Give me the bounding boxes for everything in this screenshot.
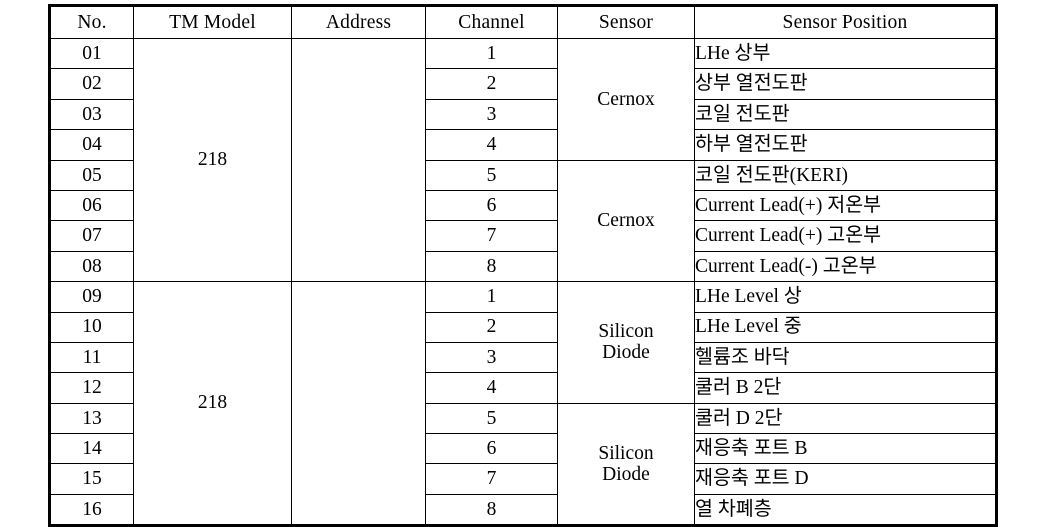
cell-sensor-position: LHe 상부 (694, 37, 997, 70)
column-header-tm-model: TM Model (133, 5, 292, 39)
cell-sensor-position: 쿨러 B 2단 (694, 372, 997, 404)
cell-sensor-position: LHe Level 상 (694, 281, 997, 313)
cell-no: 07 (49, 220, 134, 252)
cell-channel: 2 (425, 68, 558, 100)
cell-sensor-position: Current Lead(-) 고온부 (694, 250, 997, 283)
column-header-sensor-position: Sensor Position (694, 5, 997, 39)
cell-channel: 8 (425, 250, 558, 283)
cell-sensor-position: Current Lead(+) 저온부 (694, 189, 997, 222)
cell-sensor-type: Silicon Diode (557, 402, 695, 527)
cell-channel: 1 (425, 281, 558, 313)
table-row: 01 218 1 Cernox LHe 상부 (49, 37, 997, 283)
cell-tm-model: 218 (133, 37, 292, 283)
cell-channel: 3 (425, 98, 558, 131)
cell-no: 12 (49, 372, 134, 404)
cell-sensor-type: Cernox (557, 38, 695, 161)
cell-address (291, 37, 426, 283)
cell-no: 15 (49, 463, 134, 495)
cell-no: 05 (49, 159, 134, 191)
cell-no: 06 (49, 189, 134, 222)
column-header-channel: Channel (425, 5, 558, 39)
cell-sensor-position: 재응축 포트 D (694, 463, 997, 495)
cell-channel: 7 (425, 463, 558, 495)
cell-channel: 8 (425, 493, 558, 527)
header-row: No. TM Model Address Channel Sensor Sens… (49, 5, 997, 39)
cell-no: 14 (49, 433, 134, 465)
cell-no: 11 (49, 341, 134, 374)
table-body: 01 218 1 Cernox LHe 상부 02 2 상부 열전도판 03 3 코일 전도판 04 4… (49, 37, 997, 527)
cell-sensor-position: Current Lead(+) 고온부 (694, 220, 997, 252)
cell-no: 02 (49, 68, 134, 100)
column-header-sensor: Sensor (557, 5, 695, 39)
cell-sensor-type: Cernox (557, 159, 695, 283)
cell-no: 10 (49, 311, 134, 343)
cell-channel: 5 (425, 159, 558, 191)
cell-sensor-position: 하부 열전도판 (694, 129, 997, 161)
cell-no: 16 (49, 493, 134, 527)
cell-no: 01 (49, 37, 134, 70)
cell-sensor-position: 코일 전도판(KERI) (694, 159, 997, 191)
cell-tm-model: 218 (133, 281, 292, 527)
sensor-configuration-table: No. TM Model Address Channel Sensor Sens… (48, 4, 998, 527)
sensor-table-container: No. TM Model Address Channel Sensor Sens… (48, 4, 998, 527)
cell-sensor-position: 상부 열전도판 (694, 68, 997, 100)
cell-no: 09 (49, 281, 134, 313)
cell-channel: 6 (425, 189, 558, 222)
cell-no: 13 (49, 402, 134, 435)
cell-channel: 2 (425, 311, 558, 343)
column-header-address: Address (291, 5, 426, 39)
cell-channel: 4 (425, 372, 558, 404)
cell-no: 08 (49, 250, 134, 283)
cell-no: 04 (49, 129, 134, 161)
cell-sensor-position: LHe Level 중 (694, 311, 997, 343)
table-row: 09 218 1 Silicon Diode LHe Level 상 (49, 281, 997, 527)
page-root: No. TM Model Address Channel Sensor Sens… (0, 0, 1044, 527)
table-header: No. TM Model Address Channel Sensor Sens… (49, 5, 997, 39)
cell-address (291, 281, 426, 527)
cell-sensor-position: 헬륨조 바닥 (694, 341, 997, 374)
cell-channel: 3 (425, 341, 558, 374)
cell-sensor-position: 재응축 포트 B (694, 433, 997, 465)
cell-sensor-position: 쿨러 D 2단 (694, 402, 997, 435)
cell-channel: 1 (425, 37, 558, 70)
cell-channel: 7 (425, 220, 558, 252)
cell-sensor-type: Silicon Diode (557, 281, 695, 404)
cell-channel: 4 (425, 129, 558, 161)
cell-sensor-position: 열 차폐층 (694, 493, 997, 527)
cell-channel: 6 (425, 433, 558, 465)
column-header-no: No. (49, 5, 134, 39)
cell-sensor-position: 코일 전도판 (694, 98, 997, 131)
cell-no: 03 (49, 98, 134, 131)
cell-channel: 5 (425, 402, 558, 435)
